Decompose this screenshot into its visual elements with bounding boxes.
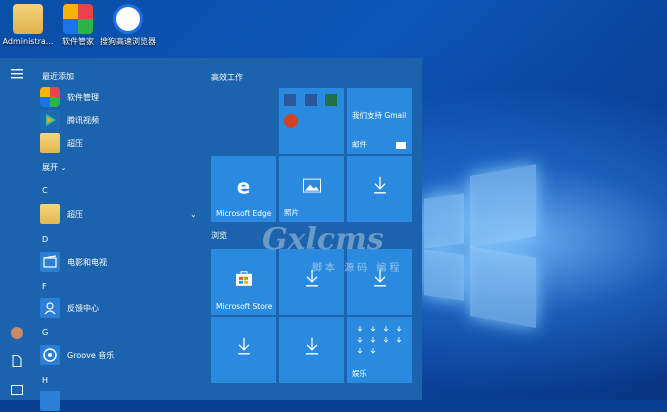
entertainment-tile[interactable]: 娱乐 [347,317,412,383]
hamburger-menu-icon[interactable] [8,66,26,84]
chevron-down-icon: ⌄ [60,164,67,172]
sogou-browser-icon [113,4,143,34]
app-label: 软件管理 [67,92,99,102]
watermark-subtitle: 脚本 源码 编程 [312,263,403,274]
app-item-software-manage[interactable]: 软件管理 [40,86,200,108]
app-item-chaoya[interactable]: 超压 [40,132,200,154]
desktop-icon-label: 软件管家 [62,37,94,46]
entertainment-label: 娱乐 [352,369,367,378]
app-label: 腾讯视频 [67,115,99,125]
group-letter-f[interactable]: F [42,282,47,291]
download-icon [304,337,320,359]
group-letter-d[interactable]: D [42,235,48,244]
folder-icon [40,204,60,224]
expand-label: 展开 [42,163,58,172]
documents-icon[interactable] [8,354,26,372]
group-letter-g[interactable]: G [42,328,48,337]
app-item-feedback-hub[interactable]: 反馈中心 [40,297,200,319]
user-folder-icon [13,4,43,34]
tile-group-title-browse: 浏览 [211,231,227,240]
photos-icon [302,178,321,197]
download-tile[interactable] [347,156,412,222]
desktop-icon-label: Administra... [2,37,54,46]
start-menu-rail [0,58,34,400]
app-item-chaoya-folder[interactable]: 超压 ⌄ [40,203,200,225]
download-tile[interactable] [279,317,344,383]
windows-logo-pane [424,193,464,249]
desktop-icon-software-manager[interactable]: 软件管家 [50,2,106,47]
app-label: Groove 音乐 [67,350,115,360]
windows-logo-pane [424,249,464,301]
recent-section-title: 最近添加 [42,72,74,81]
windows-logo-pane [470,164,536,248]
store-tile[interactable]: Microsoft Store [211,249,276,315]
tile-group-title-productivity: 高效工作 [211,73,243,82]
group-letter-c[interactable]: C [42,186,48,195]
store-bag-icon [235,269,253,291]
feedback-icon [40,298,60,318]
edge-tile[interactable]: e Microsoft Edge [211,156,276,222]
software-manage-icon [40,87,60,107]
store-label: Microsoft Store [216,302,273,311]
tencent-video-icon [40,110,60,130]
app-label: 超压 [67,209,83,219]
app-item-movies-tv[interactable]: 电影和电视 [40,251,200,273]
mail-label: 邮件 [352,140,367,149]
download-tile[interactable] [211,317,276,383]
excel-icon [325,94,337,106]
chevron-down-icon[interactable]: ⌄ [190,210,197,219]
powerpoint-icon [284,114,298,128]
app-item-partial[interactable] [40,390,200,412]
mail-tile[interactable]: 我们支持 Gmail 邮件 [347,88,412,154]
download-icon [372,176,388,198]
photos-tile[interactable]: 照片 [279,156,344,222]
download-icon [236,337,252,359]
group-letter-h[interactable]: H [42,376,48,385]
pictures-icon[interactable] [8,382,26,400]
app-item-groove-music[interactable]: Groove 音乐 [40,344,200,366]
desktop-icon-sogou-browser[interactable]: 搜狗高速浏览器 [100,2,156,47]
app-icon [40,391,60,411]
app-label: 电影和电视 [67,257,107,267]
app-item-tencent-video[interactable]: 腾讯视频 [40,109,200,131]
groove-music-icon [40,345,60,365]
word-icon [284,94,296,106]
app-label: 反馈中心 [67,303,99,313]
desktop-icon-administrator[interactable]: Administra... [0,2,56,47]
app-list: 最近添加 软件管理 腾讯视频 超压 展开 ⌄ C 超压 ⌄ D 电影和电视 F … [34,58,204,411]
watermark-logo: Gxlcms [262,222,384,257]
windows-logo-pane [470,246,536,328]
expand-toggle[interactable]: 展开 ⌄ [42,162,66,173]
film-icon [40,252,60,272]
envelope-icon [396,142,406,149]
edge-label: Microsoft Edge [216,209,272,218]
software-manager-icon [63,4,93,34]
word-icon [305,94,317,106]
download-grid-icon [355,325,405,359]
desktop-icon-label: 搜狗高速浏览器 [100,37,156,46]
photos-label: 照片 [284,208,299,217]
archive-icon [40,133,60,153]
office-tile[interactable] [279,88,344,154]
gmail-support-text: 我们支持 Gmail [352,111,407,120]
user-avatar-icon[interactable] [8,324,26,342]
edge-icon: e [236,174,251,199]
app-label: 超压 [67,138,83,148]
